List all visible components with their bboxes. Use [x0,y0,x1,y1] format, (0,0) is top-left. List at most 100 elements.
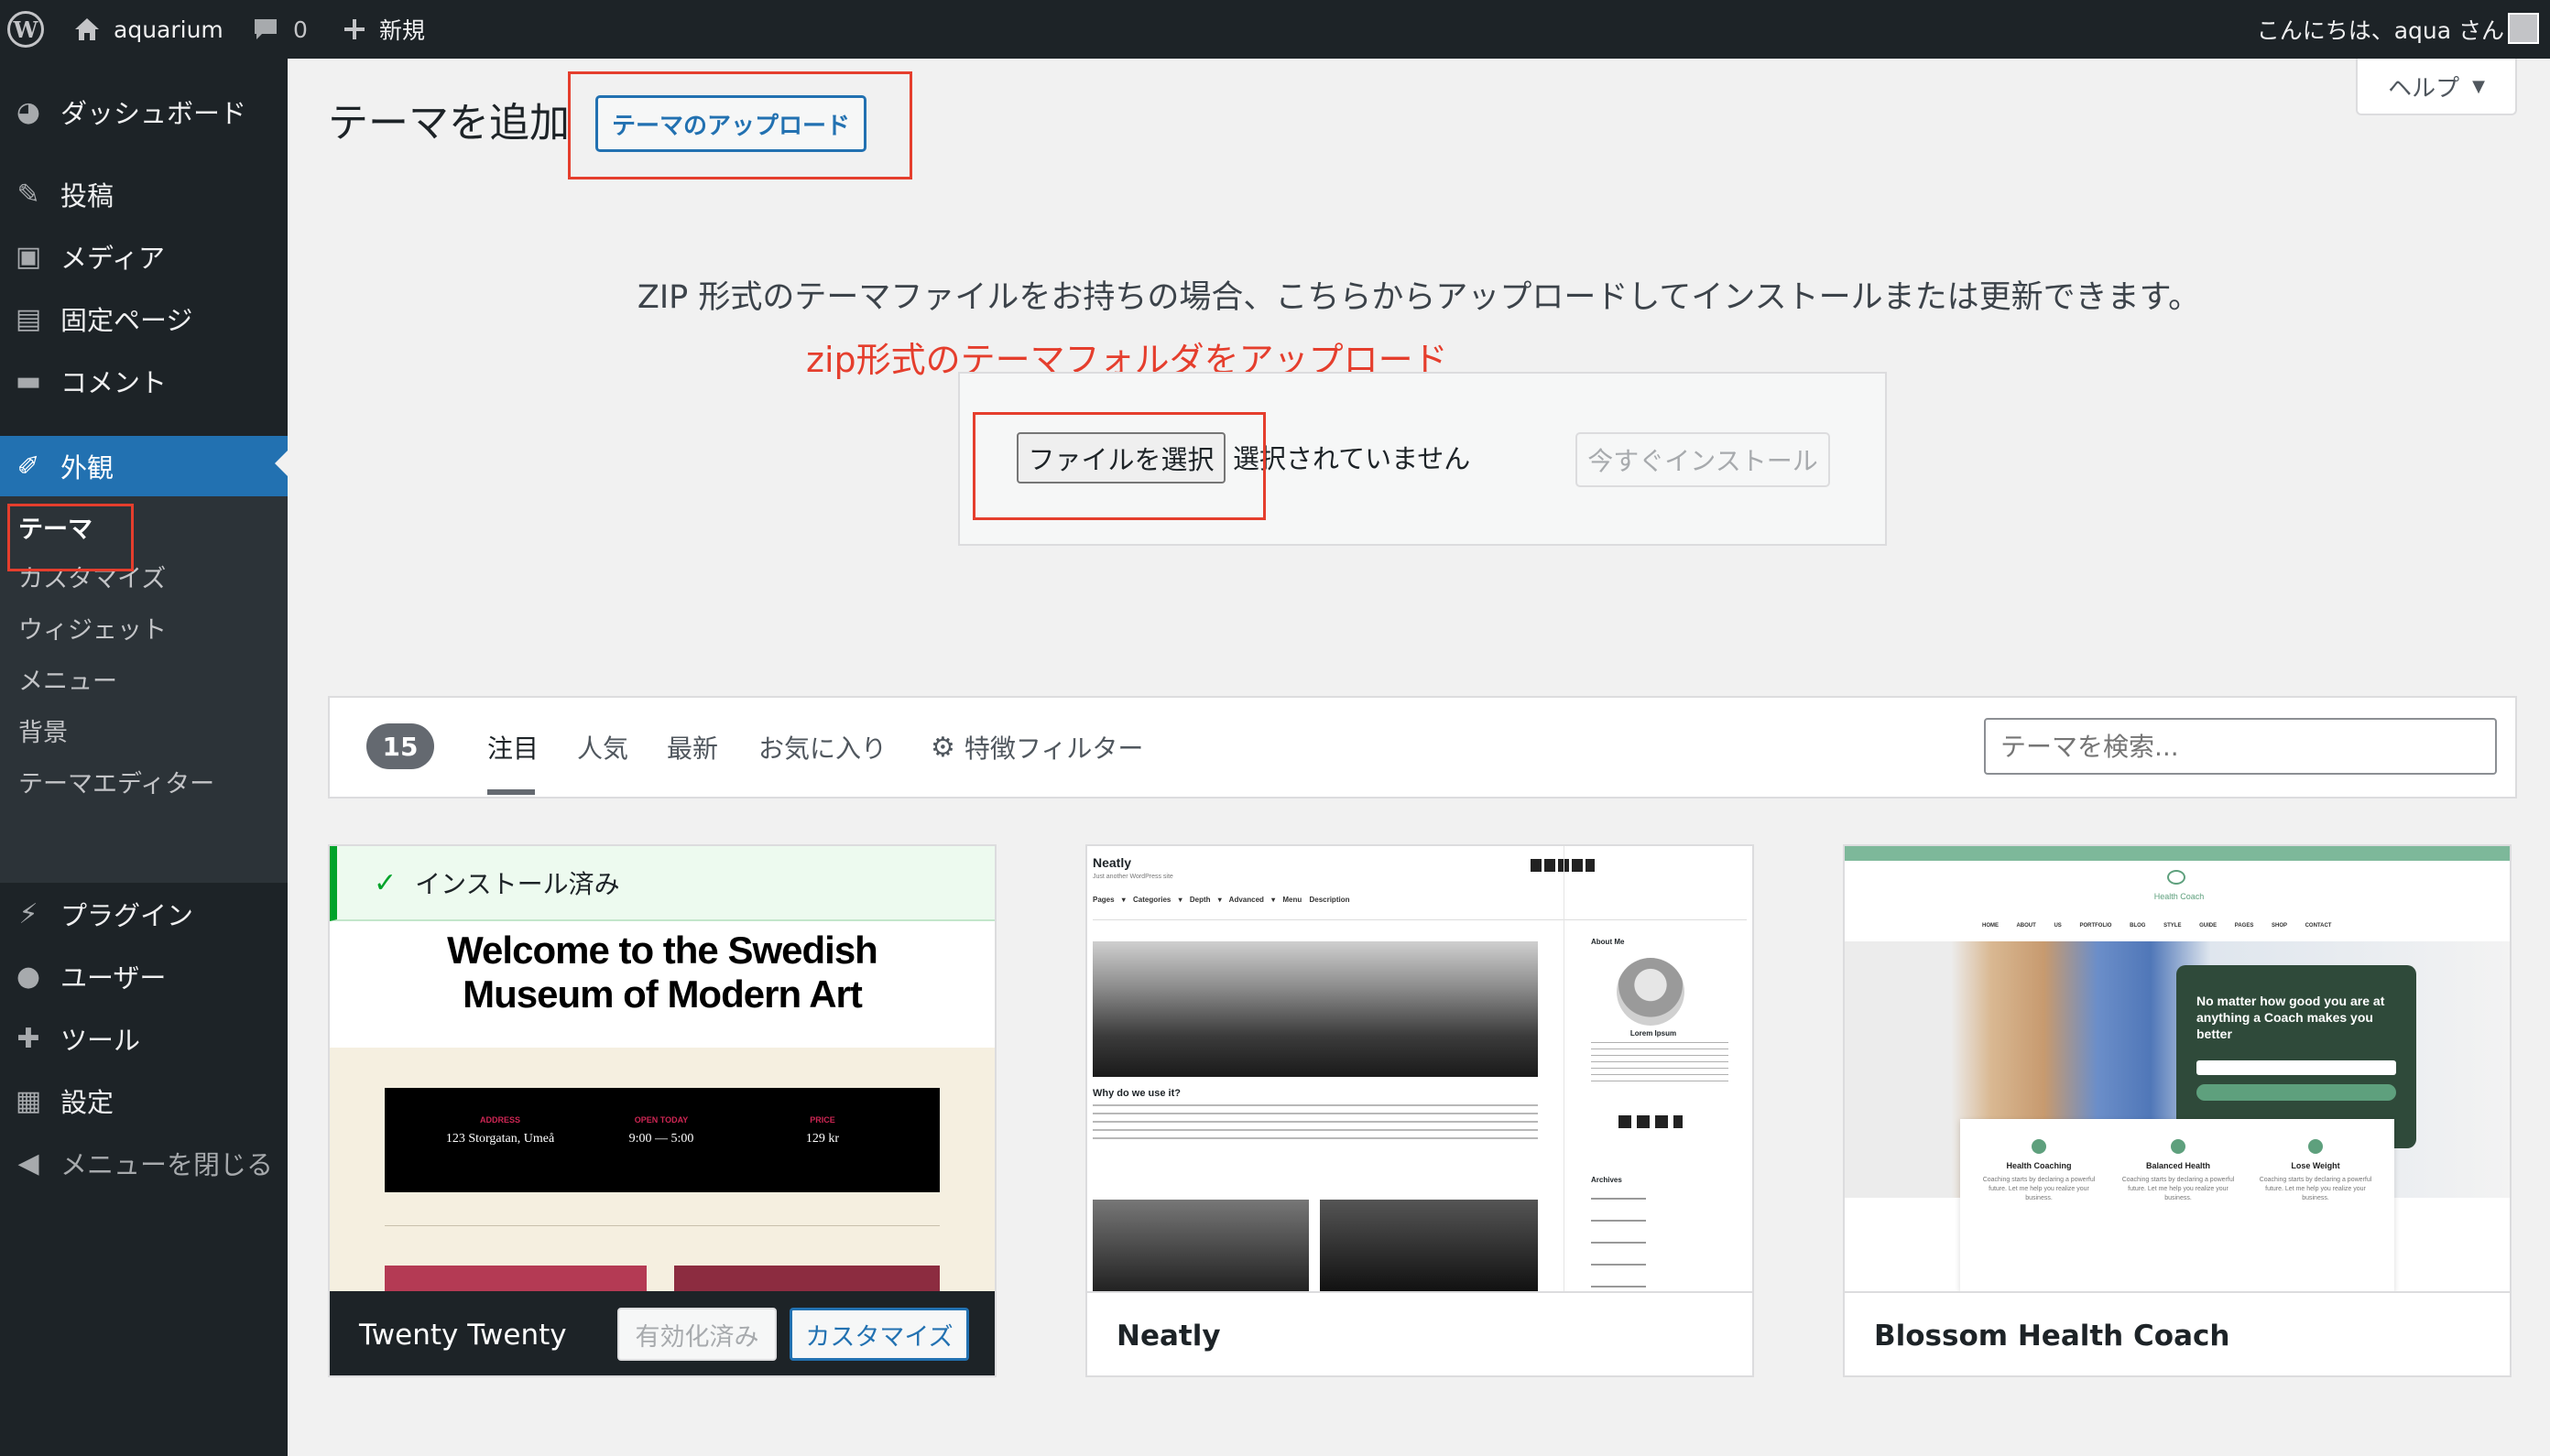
collapse-menu-button[interactable]: ◀ メニューを閉じる [0,1137,288,1189]
sidebar-item-label: ダッシュボード [60,98,247,129]
sidebar-item-comments[interactable]: ▬ コメント [0,355,288,407]
theme-screenshot[interactable]: ✓ インストール済み Welcome to the Swedish Museum… [330,846,995,1291]
person-icon [2171,1139,2185,1154]
submenu-item-widgets[interactable]: ウィジェット [18,604,167,650]
customize-button[interactable]: カスタマイズ [790,1308,969,1361]
preview-feature: Lose Weight Coaching starts by declaring … [2251,1139,2380,1203]
theme-card-twentytwenty[interactable]: ✓ インストール済み Welcome to the Swedish Museum… [328,844,997,1377]
feature-filter-label: 特徴フィルター [964,733,1144,764]
tab-popular[interactable]: 人気 [577,725,628,769]
theme-name: Blossom Health Coach [1874,1320,2230,1353]
annotation-box-file [973,412,1266,520]
theme-screenshot[interactable]: Neatly Just another WordPress site Pages… [1087,846,1752,1291]
preview-thumb-image [1320,1200,1538,1291]
pin-icon: ✎ [16,178,40,211]
feature-title: Lose Weight [2291,1161,2340,1170]
sidebar-item-label: ユーザー [60,962,167,994]
chevron-down-icon: ▼ [2472,76,2485,96]
preview-info-box: ADDRESS 123 Storgatan, Umeå OPEN TODAY 9:0… [385,1088,940,1192]
theme-card-neatly[interactable]: Neatly Just another WordPress site Pages… [1085,844,1754,1377]
comment-icon: ▬ [15,364,42,397]
preview-author: Lorem Ipsum [1629,1029,1677,1038]
new-content-link[interactable]: 新規 [343,0,425,59]
preview-nav: HOME ABOUT US PORTFOLIO BLOG STYLE GUIDE… [1982,923,2332,929]
avatar[interactable] [2508,13,2539,44]
preview-post-excerpt [1093,1104,1538,1141]
theme-search-input[interactable] [1984,718,2497,775]
preview-hero-image [1093,941,1538,1077]
sidebar-item-label: ツール [60,1025,141,1056]
scale-icon [2308,1139,2323,1154]
help-label: ヘルプ [2388,74,2460,103]
sidebar-item-label: 設定 [60,1087,114,1118]
open-label: OPEN TODAY [634,1115,689,1125]
preview-price: PRICE 129 kr [731,1115,914,1146]
feature-text: Coaching starts by declaring a powerful … [2259,1177,2372,1201]
comments-count: 0 [293,16,308,43]
page-title: テーマを追加 [328,100,570,147]
feature-filter-button[interactable]: ⚙ 特徴フィルター [931,725,1143,769]
tab-featured[interactable]: 注目 [487,725,539,769]
new-label: 新規 [379,17,426,44]
sidebar-item-label: コメント [60,367,168,398]
wrench-icon: ✚ [16,1022,40,1055]
sidebar-item-settings[interactable]: ▦ 設定 [0,1075,288,1126]
address-value: 123 Storgatan, Umeå [445,1132,555,1146]
sidebar-item-users[interactable]: ● ユーザー [0,951,288,1002]
user-icon: ● [16,960,41,993]
activated-button[interactable]: 有効化済み [617,1308,777,1361]
annotation-box-themes [7,504,134,571]
tab-latest[interactable]: 最新 [667,725,718,769]
sidebar-item-label: 投稿 [60,180,114,212]
sidebar-item-dashboard[interactable]: ◕ ダッシュボード [0,86,288,137]
feature-title: Health Coaching [2006,1161,2072,1170]
preview-headline: Welcome to the Swedish Museum of Modern … [447,929,878,1016]
preview-divider [385,1225,940,1226]
preview-form-field [2196,1060,2396,1075]
preview-logo: Health Coach [2153,892,2205,901]
preview-author-avatar [1617,958,1684,1026]
help-tab[interactable]: ヘルプ ▼ [2356,59,2517,115]
home-icon [75,18,99,40]
theme-name: Twenty Twenty [359,1319,567,1352]
price-value: 129 kr [805,1132,840,1146]
wordpress-logo-icon[interactable]: W [7,0,48,59]
plus-icon [344,19,365,39]
admin-bar: W aquarium 0 新規 こんにちは、aqua さん [0,0,2550,59]
theme-screenshot[interactable]: Health Coach HOME ABOUT US PORTFOLIO BLO… [1845,846,2510,1291]
preview-sidebar: About Me Lorem Ipsum Archives [1564,846,1752,1291]
annotation-box-upload [568,71,912,179]
theme-card-blossom-health-coach[interactable]: Health Coach HOME ABOUT US PORTFOLIO BLO… [1843,844,2512,1377]
account-greeting[interactable]: こんにちは、aqua さん [2257,0,2504,59]
preview-brand: Neatly [1093,855,1132,870]
theme-name: Neatly [1117,1320,1221,1353]
sidebar-item-label: プラグイン [60,900,194,931]
submenu-item-theme-editor[interactable]: テーマエディター [18,758,214,804]
sidebar-item-posts[interactable]: ✎ 投稿 [0,168,288,220]
price-label: PRICE [810,1115,835,1125]
sidebar-item-plugins[interactable]: ⚡ プラグイン [0,888,288,940]
site-name-link[interactable]: aquarium [73,0,223,59]
media-icon: ▣ [15,240,42,273]
collapse-arrow-icon: ◀ [17,1146,39,1179]
plugin-icon: ⚡ [18,897,38,930]
comments-link[interactable]: 0 [253,0,308,59]
sidebar-item-label: 外観 [60,452,114,484]
tab-favorites[interactable]: お気に入り [758,725,887,769]
theme-count-badge: 15 [366,723,434,769]
preview-tagline: Just another WordPress site [1093,874,1173,880]
preview-post-title: Why do we use it? [1093,1088,1181,1099]
preview-about-text [1591,1042,1728,1082]
active-tab-indicator [487,789,535,795]
sidebar-item-appearance[interactable]: ✐ 外観 [0,436,288,496]
appearance-icon: ✐ [16,450,40,483]
submenu-item-menus[interactable]: メニュー [18,656,117,701]
install-now-button[interactable]: 今すぐインストール [1575,432,1830,487]
preview-hero-text: No matter how good you are at anything a… [2196,994,2385,1041]
heart-icon [2032,1139,2046,1154]
no-file-label: 選択されていません [1233,443,1471,474]
sidebar-item-tools[interactable]: ✚ ツール [0,1013,288,1064]
submenu-item-background[interactable]: 背景 [18,707,68,753]
checkmark-icon: ✓ [374,866,398,899]
admin-sidebar: ◕ ダッシュボード ✎ 投稿 ▣ メディア ▤ 固定ページ ▬ コメント ✐ 外観 テーマ … [0,59,288,1456]
